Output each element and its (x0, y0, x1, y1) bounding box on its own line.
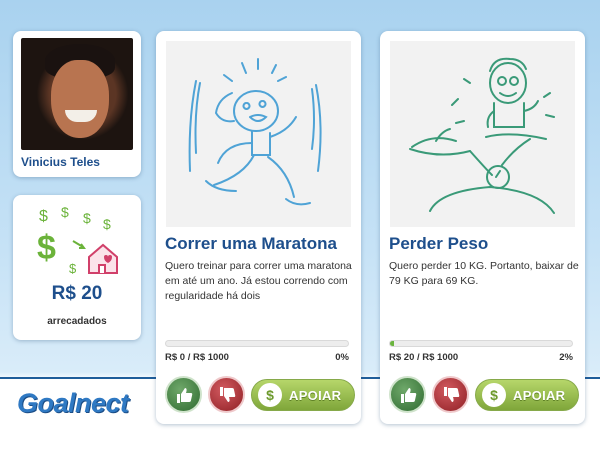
dislike-button[interactable] (432, 376, 469, 413)
like-button[interactable] (165, 376, 202, 413)
goal-title[interactable]: Perder Peso (389, 234, 488, 254)
goal-card[interactable]: Correr uma Maratona Quero treinar para c… (156, 31, 361, 424)
raised-card: $ $ $ $ $ $ R$ 20 arrecadados (13, 195, 141, 340)
thumbs-up-icon (400, 387, 416, 403)
svg-text:$: $ (103, 216, 111, 232)
goal-description: Quero treinar para correr uma maratona e… (165, 260, 352, 302)
thumbs-up-icon (176, 387, 192, 403)
progress-bar (389, 340, 573, 347)
thumbs-down-icon (219, 386, 235, 402)
goalnect-logo[interactable]: Goalnect (17, 388, 145, 428)
dollar-coin-icon: $ (482, 383, 506, 407)
running-figure-sketch-icon (188, 58, 322, 206)
goal-card[interactable]: Perder Peso Quero perder 10 KG. Portanto… (380, 31, 585, 424)
progress-amount: R$ 20 / R$ 1000 (389, 352, 459, 363)
running-figure-illustration[interactable] (166, 41, 351, 227)
svg-text:$: $ (69, 261, 77, 276)
dislike-button[interactable] (208, 376, 245, 413)
progress-meta: R$ 0 / R$ 1000 0% (165, 352, 349, 363)
thumbs-down-icon (443, 386, 459, 402)
support-button[interactable]: $ APOIAR (475, 379, 579, 411)
svg-text:$: $ (83, 210, 91, 226)
progress-bar (165, 340, 349, 347)
raised-label: arrecadados (47, 316, 107, 327)
goal-title[interactable]: Correr uma Maratona (165, 234, 337, 254)
profile-name[interactable]: Vinicius Teles (13, 155, 141, 169)
scale-figure-illustration[interactable] (390, 41, 575, 227)
money-house-icon: $ $ $ $ $ $ (37, 204, 118, 276)
dollar-coin-icon: $ (258, 383, 282, 407)
profile-card[interactable]: Vinicius Teles (13, 31, 141, 177)
support-button[interactable]: $ APOIAR (251, 379, 355, 411)
progress-fill (390, 341, 394, 346)
avatar[interactable] (21, 38, 133, 150)
support-label: APOIAR (289, 387, 342, 403)
raised-amount: R$ 20 (51, 283, 103, 304)
svg-text:$: $ (37, 229, 56, 267)
svg-text:$: $ (61, 204, 69, 220)
progress-percent: 0% (335, 352, 349, 363)
goal-description: Quero perder 10 KG. Portanto, baixar de … (389, 260, 579, 287)
progress-percent: 2% (559, 352, 573, 363)
scale-figure-sketch-icon (409, 57, 555, 214)
progress-amount: R$ 0 / R$ 1000 (165, 352, 229, 363)
svg-text:$: $ (39, 208, 48, 225)
like-button[interactable] (389, 376, 426, 413)
support-label: APOIAR (513, 387, 566, 403)
progress-meta: R$ 20 / R$ 1000 2% (389, 352, 573, 363)
